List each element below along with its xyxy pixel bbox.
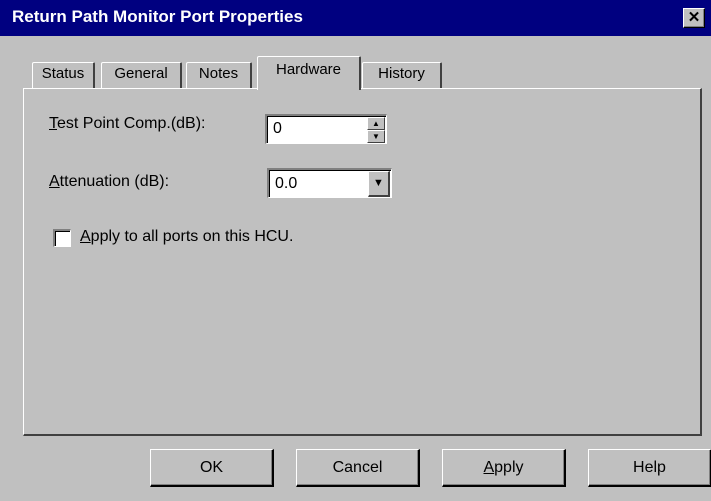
ok-button-label: OK [199, 459, 224, 476]
close-icon: ✕ [687, 9, 701, 26]
spin-down-icon[interactable]: ▼ [367, 130, 385, 143]
spin-up-icon[interactable]: ▲ [367, 117, 385, 130]
tab-notes-label: Notes [198, 65, 239, 82]
tab-hardware[interactable]: Hardware [257, 56, 361, 90]
tab-status[interactable]: Status [32, 62, 95, 88]
tab-notes[interactable]: Notes [186, 62, 252, 88]
title-bar: Return Path Monitor Port Properties ✕ [0, 0, 711, 36]
attenuation-label: Attenuation (dB): [49, 173, 170, 190]
test-point-label: Test Point Comp.(dB): [49, 115, 206, 132]
attenuation-dropdown[interactable]: 0.0 ▼ [267, 168, 392, 198]
apply-button-label: Apply [483, 459, 524, 476]
ok-button[interactable]: OK [150, 449, 274, 487]
hardware-panel: Test Point Comp.(dB): 0 ▲ ▼ Attenuation … [23, 88, 702, 436]
apply-all-checkbox[interactable] [53, 229, 71, 247]
window-title: Return Path Monitor Port Properties [12, 7, 303, 26]
cancel-button-label: Cancel [332, 459, 383, 476]
apply-button[interactable]: Apply [442, 449, 566, 487]
help-button[interactable]: Help [588, 449, 711, 487]
chevron-down-icon[interactable]: ▼ [368, 171, 390, 197]
tab-history-label: History [378, 65, 425, 82]
tab-general[interactable]: General [101, 62, 182, 88]
help-button-label: Help [633, 459, 666, 476]
attenuation-value: 0.0 [275, 175, 298, 192]
tab-history[interactable]: History [362, 62, 442, 88]
apply-all-label[interactable]: Apply to all ports on this HCU. [80, 228, 293, 246]
test-point-value[interactable]: 0 [273, 120, 282, 138]
spinner-buttons: ▲ ▼ [367, 117, 385, 143]
tab-hardware-label: Hardware [275, 61, 342, 78]
tab-status-label: Status [41, 65, 85, 82]
tab-general-label: General [114, 65, 168, 82]
close-button[interactable]: ✕ [683, 8, 705, 28]
cancel-button[interactable]: Cancel [296, 449, 420, 487]
test-point-spinner[interactable]: 0 ▲ ▼ [265, 114, 387, 144]
